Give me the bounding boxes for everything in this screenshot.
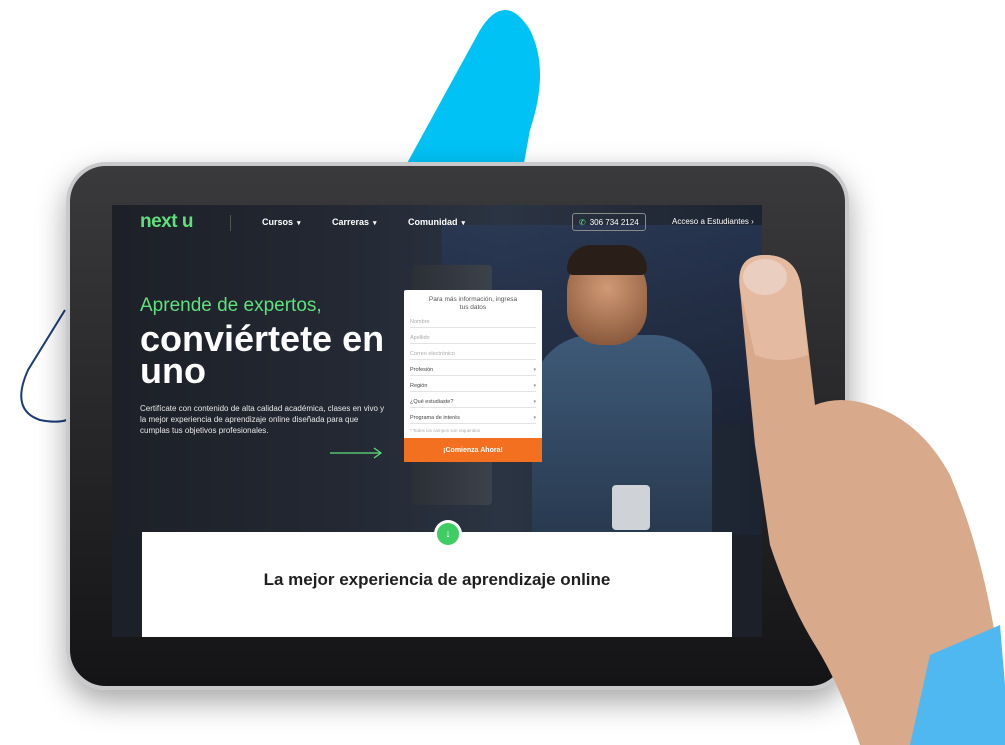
lastname-placeholder: Apellido (410, 334, 430, 341)
chevron-down-icon: ▾ (533, 398, 536, 405)
chevron-down-icon: ▾ (297, 220, 301, 227)
chevron-right-icon: › (751, 217, 754, 226)
profession-label: Profesión (410, 366, 434, 373)
nav-item-comunidad[interactable]: Comunidad ▾ (408, 217, 465, 227)
hero-section: next u Cursos ▾ Carreras ▾ Comunidad ▾ ✆ 30… (112, 205, 762, 535)
program-select[interactable]: Programa de interés ▾ (410, 412, 536, 424)
scroll-down-button[interactable]: ↓ (437, 523, 459, 545)
email-placeholder: Correo electrónico (410, 350, 455, 357)
info-card-title: La mejor experiencia de aprendizaje onli… (263, 570, 611, 589)
nav-divider (230, 215, 231, 231)
start-now-button[interactable]: ¡Comienza Ahora! (404, 438, 542, 462)
phone-button[interactable]: ✆ 306 734 2124 (572, 213, 646, 231)
hero-headline-small: Aprende de expertos, (140, 295, 322, 316)
chevron-down-icon: ▾ (533, 366, 536, 373)
brand-logo[interactable]: next u (140, 211, 193, 233)
arrow-down-icon: ↓ (445, 528, 451, 540)
phone-number: 306 734 2124 (589, 217, 639, 227)
study-level-select[interactable]: ¿Qué estudiaste? ▾ (410, 396, 536, 408)
nav-item-label: Comunidad (408, 217, 458, 227)
hero-description: Certifícate con contenido de alta calida… (140, 404, 385, 435)
top-nav: next u Cursos ▾ Carreras ▾ Comunidad ▾ ✆ 30… (112, 205, 762, 239)
nav-item-label: Carreras (332, 217, 370, 227)
nav-item-label: Cursos (262, 217, 294, 227)
program-label: Programa de interés (410, 414, 460, 421)
chevron-down-icon: ▾ (461, 220, 466, 227)
hero-mug (612, 485, 650, 530)
hero-person-hair (567, 245, 647, 275)
arrow-right-icon (330, 447, 383, 459)
chevron-down-icon: ▾ (533, 414, 536, 421)
form-title: Para más información, ingresa tus datos (428, 296, 518, 311)
info-card: La mejor experiencia de aprendizaje onli… (142, 532, 732, 637)
form-required-note: * Todos los campos son requeridos (410, 428, 480, 433)
nav-item-cursos[interactable]: Cursos ▾ (262, 217, 301, 227)
chevron-down-icon: ▾ (533, 382, 536, 389)
students-access-label: Acceso a Estudiantes (672, 217, 749, 226)
email-field[interactable]: Correo electrónico (410, 348, 536, 360)
name-field[interactable]: Nombre (410, 316, 536, 328)
region-label: Región (410, 382, 428, 389)
lastname-field[interactable]: Apellido (410, 332, 536, 344)
phone-icon: ✆ (579, 217, 586, 227)
profession-select[interactable]: Profesión ▾ (410, 364, 536, 376)
lead-form: Para más información, ingresa tus datos … (404, 290, 542, 462)
students-access-link[interactable]: Acceso a Estudiantes › (672, 217, 754, 226)
hand-illustration (739, 255, 1005, 745)
study-level-label: ¿Qué estudiaste? (410, 398, 454, 405)
hero-headline-big: conviértete en uno (140, 318, 385, 391)
tablet-screen: next u Cursos ▾ Carreras ▾ Comunidad ▾ ✆ 30… (112, 205, 762, 637)
nav-item-carreras[interactable]: Carreras ▾ (332, 217, 377, 227)
name-placeholder: Nombre (410, 318, 430, 325)
chevron-down-icon: ▾ (373, 220, 377, 227)
region-select[interactable]: Región ▾ (410, 380, 536, 392)
